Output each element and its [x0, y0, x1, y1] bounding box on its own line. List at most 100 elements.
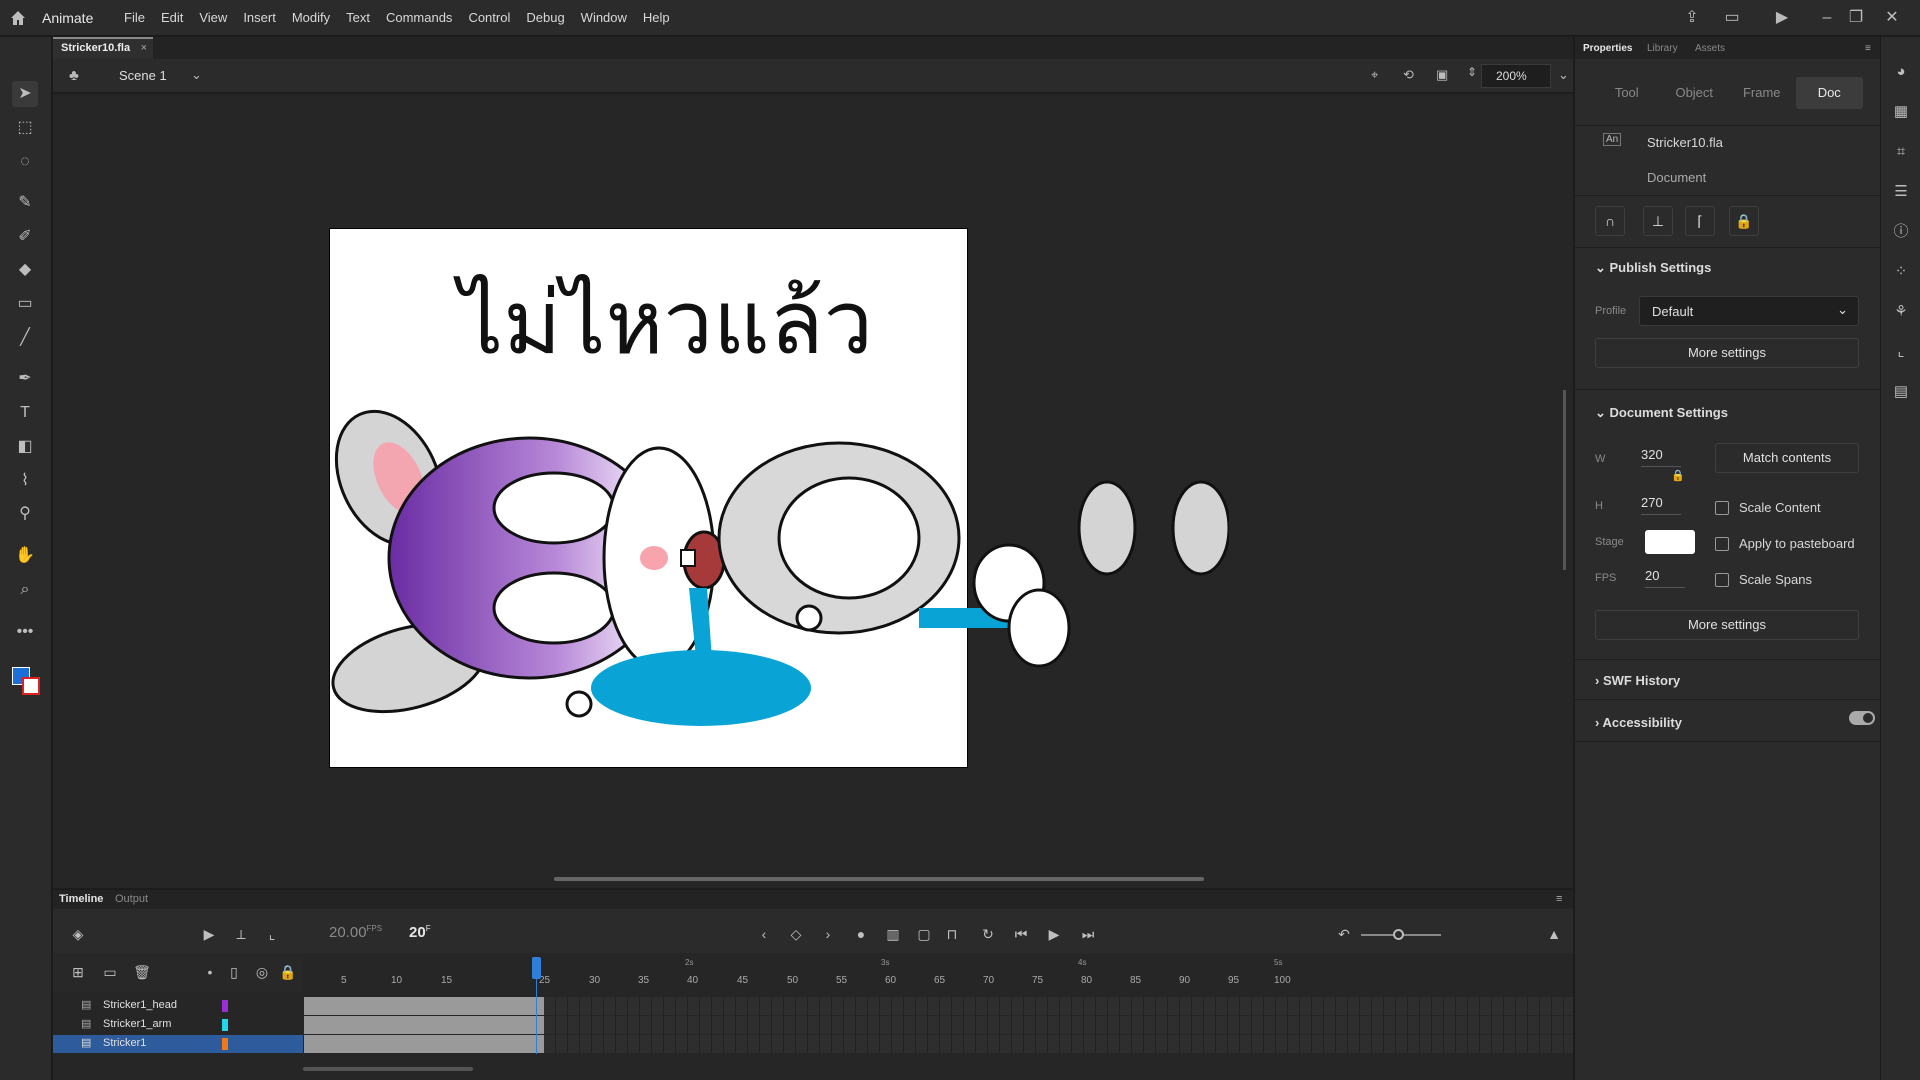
- more-tools-icon[interactable]: •••: [12, 619, 38, 645]
- scale-content-checkbox[interactable]: [1715, 501, 1729, 515]
- hide-layers-icon[interactable]: ◎: [251, 961, 273, 983]
- frame-ruler[interactable]: 5 10 15 25 30 35 40 45 50 55 60 65 70 75…: [303, 953, 1573, 993]
- menu-window[interactable]: Window: [581, 10, 627, 25]
- minimize-icon[interactable]: –: [1816, 7, 1838, 29]
- layer-frames[interactable]: [304, 997, 1573, 1015]
- layer-row[interactable]: ▤ Stricker1_head: [53, 997, 303, 1015]
- stage-color-swatch[interactable]: [1645, 530, 1695, 554]
- fps-readout[interactable]: 20.00FPS: [329, 924, 382, 941]
- menu-view[interactable]: View: [199, 10, 227, 25]
- menu-commands[interactable]: Commands: [386, 10, 452, 25]
- step-back-icon[interactable]: ⏮: [1010, 923, 1032, 945]
- lasso-tool-icon[interactable]: ◌: [12, 149, 38, 175]
- layer-row-selected[interactable]: ▤ Stricker1: [53, 1035, 303, 1053]
- new-layer-icon[interactable]: ⊞: [67, 961, 89, 983]
- graph-icon[interactable]: ⌞: [261, 923, 283, 945]
- motion-presets-icon[interactable]: ⁘: [1890, 261, 1912, 283]
- home-icon[interactable]: [8, 8, 28, 28]
- segment-object[interactable]: Object: [1661, 77, 1729, 109]
- camera-icon[interactable]: ▶: [198, 923, 220, 945]
- menu-edit[interactable]: Edit: [161, 10, 183, 25]
- lock-guides-icon[interactable]: 🔒: [1729, 206, 1759, 236]
- scene-name[interactable]: Scene 1: [119, 68, 167, 83]
- pin-tool-icon[interactable]: ⚲: [12, 501, 38, 527]
- menu-modify[interactable]: Modify: [292, 10, 330, 25]
- layer-frames[interactable]: [304, 1016, 1573, 1034]
- rulers-icon[interactable]: ⌈: [1685, 206, 1715, 236]
- color-panel-icon[interactable]: ◕: [1890, 61, 1912, 83]
- layer-color-swatch[interactable]: [222, 1000, 228, 1012]
- layer-row[interactable]: ▤ Stricker1_arm: [53, 1016, 303, 1034]
- timeline-expand-icon[interactable]: ▲: [1543, 923, 1565, 945]
- tab-library[interactable]: Library: [1647, 43, 1678, 54]
- document-tab[interactable]: Stricker10.fla ×: [53, 37, 153, 59]
- menu-file[interactable]: File: [124, 10, 145, 25]
- match-contents-button[interactable]: Match contents: [1715, 443, 1859, 473]
- pen-tool-icon[interactable]: ✒: [12, 366, 38, 392]
- height-field[interactable]: 270: [1641, 495, 1681, 515]
- swf-history-header[interactable]: › SWF History: [1595, 673, 1680, 688]
- info-panel-icon[interactable]: ⓘ: [1890, 221, 1912, 243]
- highlight-layers-icon[interactable]: •: [199, 961, 221, 983]
- text-tool-icon[interactable]: T: [12, 400, 38, 426]
- insert-keyframe-icon[interactable]: ◇: [785, 923, 807, 945]
- fill-color-swatch[interactable]: [22, 677, 40, 695]
- rectangle-tool-icon[interactable]: ▭: [12, 291, 38, 317]
- menu-control[interactable]: Control: [468, 10, 510, 25]
- menu-text[interactable]: Text: [346, 10, 370, 25]
- onion-skin-icon[interactable]: ●: [850, 923, 872, 945]
- stage-vertical-scrollbar[interactable]: [1563, 390, 1566, 570]
- free-transform-tool-icon[interactable]: ⬚: [12, 115, 38, 141]
- layers-icon[interactable]: ◈: [67, 923, 89, 945]
- zoom-field[interactable]: 200%: [1481, 64, 1551, 88]
- selection-tool-icon[interactable]: ➤: [12, 81, 38, 107]
- tab-timeline[interactable]: Timeline: [59, 893, 103, 905]
- edit-multiple-frames-icon[interactable]: ▥: [882, 923, 904, 945]
- swatches-panel-icon[interactable]: ▦: [1890, 101, 1912, 123]
- stage-horizontal-scrollbar[interactable]: [554, 877, 1204, 881]
- current-frame-readout[interactable]: 20F: [409, 924, 431, 941]
- create-tween-icon[interactable]: ⊓: [941, 923, 963, 945]
- snap-magnet-icon[interactable]: ∩: [1595, 206, 1625, 236]
- next-keyframe-icon[interactable]: ›: [817, 923, 839, 945]
- restore-icon[interactable]: ❐: [1845, 7, 1867, 29]
- step-forward-icon[interactable]: ⏭: [1077, 923, 1099, 945]
- close-window-icon[interactable]: ✕: [1881, 7, 1903, 29]
- new-folder-icon[interactable]: ▭: [99, 961, 121, 983]
- profile-select[interactable]: Default ⌄: [1639, 296, 1859, 326]
- playhead[interactable]: [532, 957, 541, 979]
- test-movie-icon[interactable]: ▶: [1771, 7, 1793, 29]
- delete-layer-icon[interactable]: 🗑: [131, 961, 153, 983]
- rotate-stage-icon[interactable]: ⟲: [1403, 67, 1414, 83]
- paint-bucket-tool-icon[interactable]: ◧: [12, 434, 38, 460]
- segment-frame[interactable]: Frame: [1728, 77, 1796, 109]
- center-stage-icon[interactable]: ⌖: [1371, 67, 1378, 83]
- document-settings-header[interactable]: ⌄ Document Settings: [1595, 405, 1728, 421]
- layer-frames[interactable]: [304, 1035, 1573, 1053]
- segment-doc[interactable]: Doc: [1795, 77, 1863, 109]
- align-panel-icon[interactable]: ☰: [1890, 181, 1912, 203]
- apply-pasteboard-checkbox[interactable]: [1715, 537, 1729, 551]
- eyedropper-tool-icon[interactable]: ⌇: [12, 468, 38, 494]
- tab-assets[interactable]: Assets: [1695, 43, 1725, 54]
- width-field[interactable]: 320: [1641, 447, 1681, 467]
- panel-menu-icon[interactable]: ≡: [1865, 43, 1871, 54]
- zoom-tool-icon[interactable]: ⌕: [12, 577, 38, 603]
- accessibility-toggle[interactable]: [1849, 711, 1875, 725]
- publish-more-settings-button[interactable]: More settings: [1595, 338, 1859, 368]
- layer-color-swatch[interactable]: [222, 1038, 228, 1050]
- clip-content-icon[interactable]: ▣: [1436, 67, 1448, 83]
- transform-panel-icon[interactable]: ⌗: [1890, 141, 1912, 163]
- hand-tool-icon[interactable]: ✋: [12, 543, 38, 569]
- eraser-tool-icon[interactable]: ◆: [12, 257, 38, 283]
- tab-output[interactable]: Output: [115, 893, 148, 905]
- brush-tool-icon[interactable]: ✐: [12, 224, 38, 250]
- menu-help[interactable]: Help: [643, 10, 670, 25]
- menu-insert[interactable]: Insert: [243, 10, 276, 25]
- play-icon[interactable]: ▶: [1043, 923, 1065, 945]
- workspace-icon[interactable]: ▭: [1721, 7, 1743, 29]
- accessibility-header[interactable]: › Accessibility: [1595, 715, 1682, 730]
- motion-editor-icon[interactable]: ⌞: [1890, 341, 1912, 363]
- fps-field[interactable]: 20: [1645, 568, 1685, 588]
- timeline-menu-icon[interactable]: ≡: [1556, 893, 1562, 905]
